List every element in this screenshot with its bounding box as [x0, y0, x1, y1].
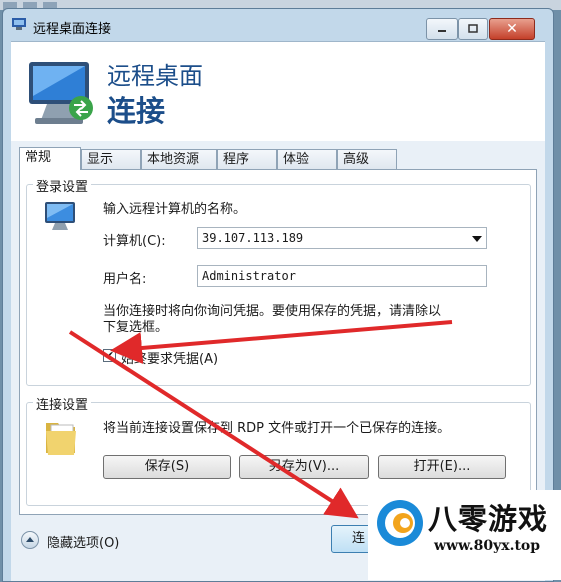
header-title-line2: 连接 [107, 94, 166, 128]
tab-label: 高级 [343, 152, 370, 167]
login-settings-title: 登录设置 [33, 176, 92, 195]
save-button[interactable]: 保存(S) [103, 455, 231, 479]
tab-experience[interactable]: 体验 [277, 149, 337, 169]
connection-description: 将当前连接设置保存到 RDP 文件或打开一个已保存的连接。 [103, 421, 451, 436]
computer-icon [45, 202, 75, 230]
tab-display[interactable]: 显示 [81, 149, 141, 169]
tab-local-resources[interactable]: 本地资源 [141, 149, 217, 169]
watermark-url: www.80yx.top [434, 538, 541, 554]
window-title: 远程桌面连接 [33, 22, 112, 37]
tab-general[interactable]: 常规 [19, 147, 81, 170]
login-settings-group: 登录设置 输入远程计算机的名称。 计算机(C): 39.107.113.189 … [26, 176, 531, 386]
save-as-button[interactable]: 另存为(V)... [239, 455, 369, 479]
username-value: Administrator [202, 269, 296, 283]
computer-combobox[interactable]: 39.107.113.189 [197, 227, 487, 249]
close-icon: ✕ [506, 21, 518, 37]
tab-label: 体验 [283, 152, 310, 167]
computer-value: 39.107.113.189 [202, 231, 304, 245]
credential-prompt-line2: 下复选框。 [103, 320, 169, 335]
folder-icon [46, 423, 76, 455]
watermark: 八零游戏 www.80yx.top [368, 490, 561, 580]
checkmark-icon: ✔ [104, 349, 115, 362]
open-button[interactable]: 打开(E)... [378, 455, 506, 479]
minimize-icon [438, 30, 446, 32]
always-ask-checkbox[interactable]: ✔ [103, 349, 116, 362]
tab-label: 常规 [25, 150, 52, 165]
minimize-button[interactable] [426, 18, 458, 40]
maximize-icon [468, 24, 478, 33]
connection-settings-title: 连接设置 [33, 394, 92, 413]
watermark-logo-icon [377, 500, 423, 546]
general-tab-panel: 登录设置 输入远程计算机的名称。 计算机(C): 39.107.113.189 … [19, 169, 537, 515]
computer-label: 计算机(C): [103, 234, 166, 249]
login-instruction: 输入远程计算机的名称。 [103, 202, 247, 217]
title-bar[interactable]: 远程桌面连接 ✕ [3, 9, 553, 41]
tab-label: 程序 [223, 152, 250, 167]
dialog-header: 远程桌面 连接 [11, 41, 545, 142]
hide-options-toggle[interactable]: 隐藏选项(O) [47, 532, 119, 551]
tab-label: 本地资源 [147, 152, 200, 167]
maximize-button[interactable] [458, 18, 488, 40]
close-button[interactable]: ✕ [489, 18, 535, 40]
username-field[interactable]: Administrator [197, 265, 487, 287]
remote-desktop-icon [12, 18, 26, 30]
tab-programs[interactable]: 程序 [217, 149, 277, 169]
watermark-name: 八零游戏 [428, 502, 549, 536]
tab-label: 显示 [87, 152, 114, 167]
hide-options-arrow-icon[interactable] [21, 531, 39, 549]
always-ask-label[interactable]: 始终要求凭据(A) [121, 348, 218, 367]
username-label: 用户名: [103, 272, 147, 287]
tab-advanced[interactable]: 高级 [337, 149, 397, 169]
header-title-line1: 远程桌面 [107, 62, 203, 90]
chevron-down-icon[interactable] [472, 236, 482, 242]
monitor-connection-icon [29, 62, 93, 124]
